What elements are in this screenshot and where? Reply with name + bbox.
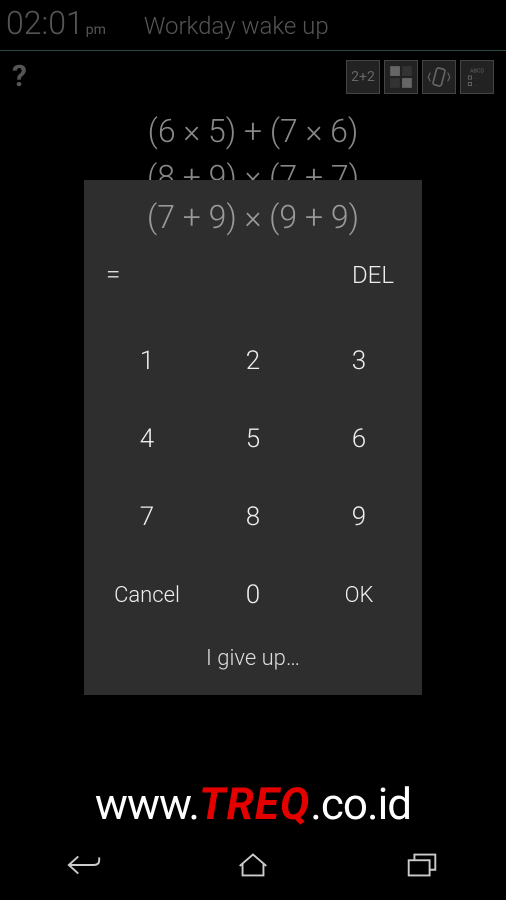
key-8[interactable]: 8 (200, 478, 306, 556)
help-icon[interactable]: ? (12, 59, 27, 94)
delete-button[interactable]: DEL (352, 261, 394, 289)
key-1[interactable]: 1 (94, 322, 200, 400)
toolbar: ? 2+2 ABCD...... (0, 51, 506, 102)
watermark-post: .co.id (310, 778, 411, 830)
key-5[interactable]: 5 (200, 400, 306, 478)
shake-mode-icon[interactable] (422, 60, 456, 94)
watermark: www.TREQ.co.id (0, 778, 506, 830)
svg-text:...: ... (474, 82, 477, 87)
text-mode-icon[interactable]: ABCD...... (460, 60, 494, 94)
svg-text:ABCD: ABCD (470, 68, 484, 74)
home-button[interactable] (234, 850, 272, 884)
back-button[interactable] (65, 850, 103, 884)
give-up-button[interactable]: I give up… (84, 646, 422, 671)
key-9[interactable]: 9 (306, 478, 412, 556)
math-mode-icon[interactable]: 2+2 (346, 60, 380, 94)
alarm-time: 02:01 (6, 4, 84, 42)
key-6[interactable]: 6 (306, 400, 412, 478)
key-3[interactable]: 3 (306, 322, 412, 400)
alarm-time-suffix: pm (86, 22, 106, 38)
pattern-mode-icon[interactable] (384, 60, 418, 94)
problem-line-1: (6 × 5) + (7 × 6) (0, 112, 506, 150)
watermark-pre: www. (95, 778, 199, 830)
ok-button[interactable]: OK (306, 556, 412, 634)
watermark-brand: TREQ (199, 778, 310, 830)
status-header: 02:01 pm Workday wake up (0, 0, 506, 51)
android-navbar (0, 834, 506, 900)
cancel-button[interactable]: Cancel (94, 556, 200, 634)
key-2[interactable]: 2 (200, 322, 306, 400)
input-row: = DEL (84, 246, 422, 302)
alarm-title: Workday wake up (144, 12, 329, 40)
key-0[interactable]: 0 (200, 556, 306, 634)
keypad: 1 2 3 4 5 6 7 8 9 Cancel 0 OK (84, 302, 422, 634)
recents-button[interactable] (403, 850, 441, 884)
key-7[interactable]: 7 (94, 478, 200, 556)
current-problem: (7 + 9) × (9 + 9) (84, 180, 422, 246)
mode-icons: 2+2 ABCD...... (346, 60, 494, 94)
answer-modal: (7 + 9) × (9 + 9) = DEL 1 2 3 4 5 6 7 8 … (84, 180, 422, 695)
equals-label: = (106, 260, 120, 290)
key-4[interactable]: 4 (94, 400, 200, 478)
svg-text:...: ... (474, 76, 477, 81)
